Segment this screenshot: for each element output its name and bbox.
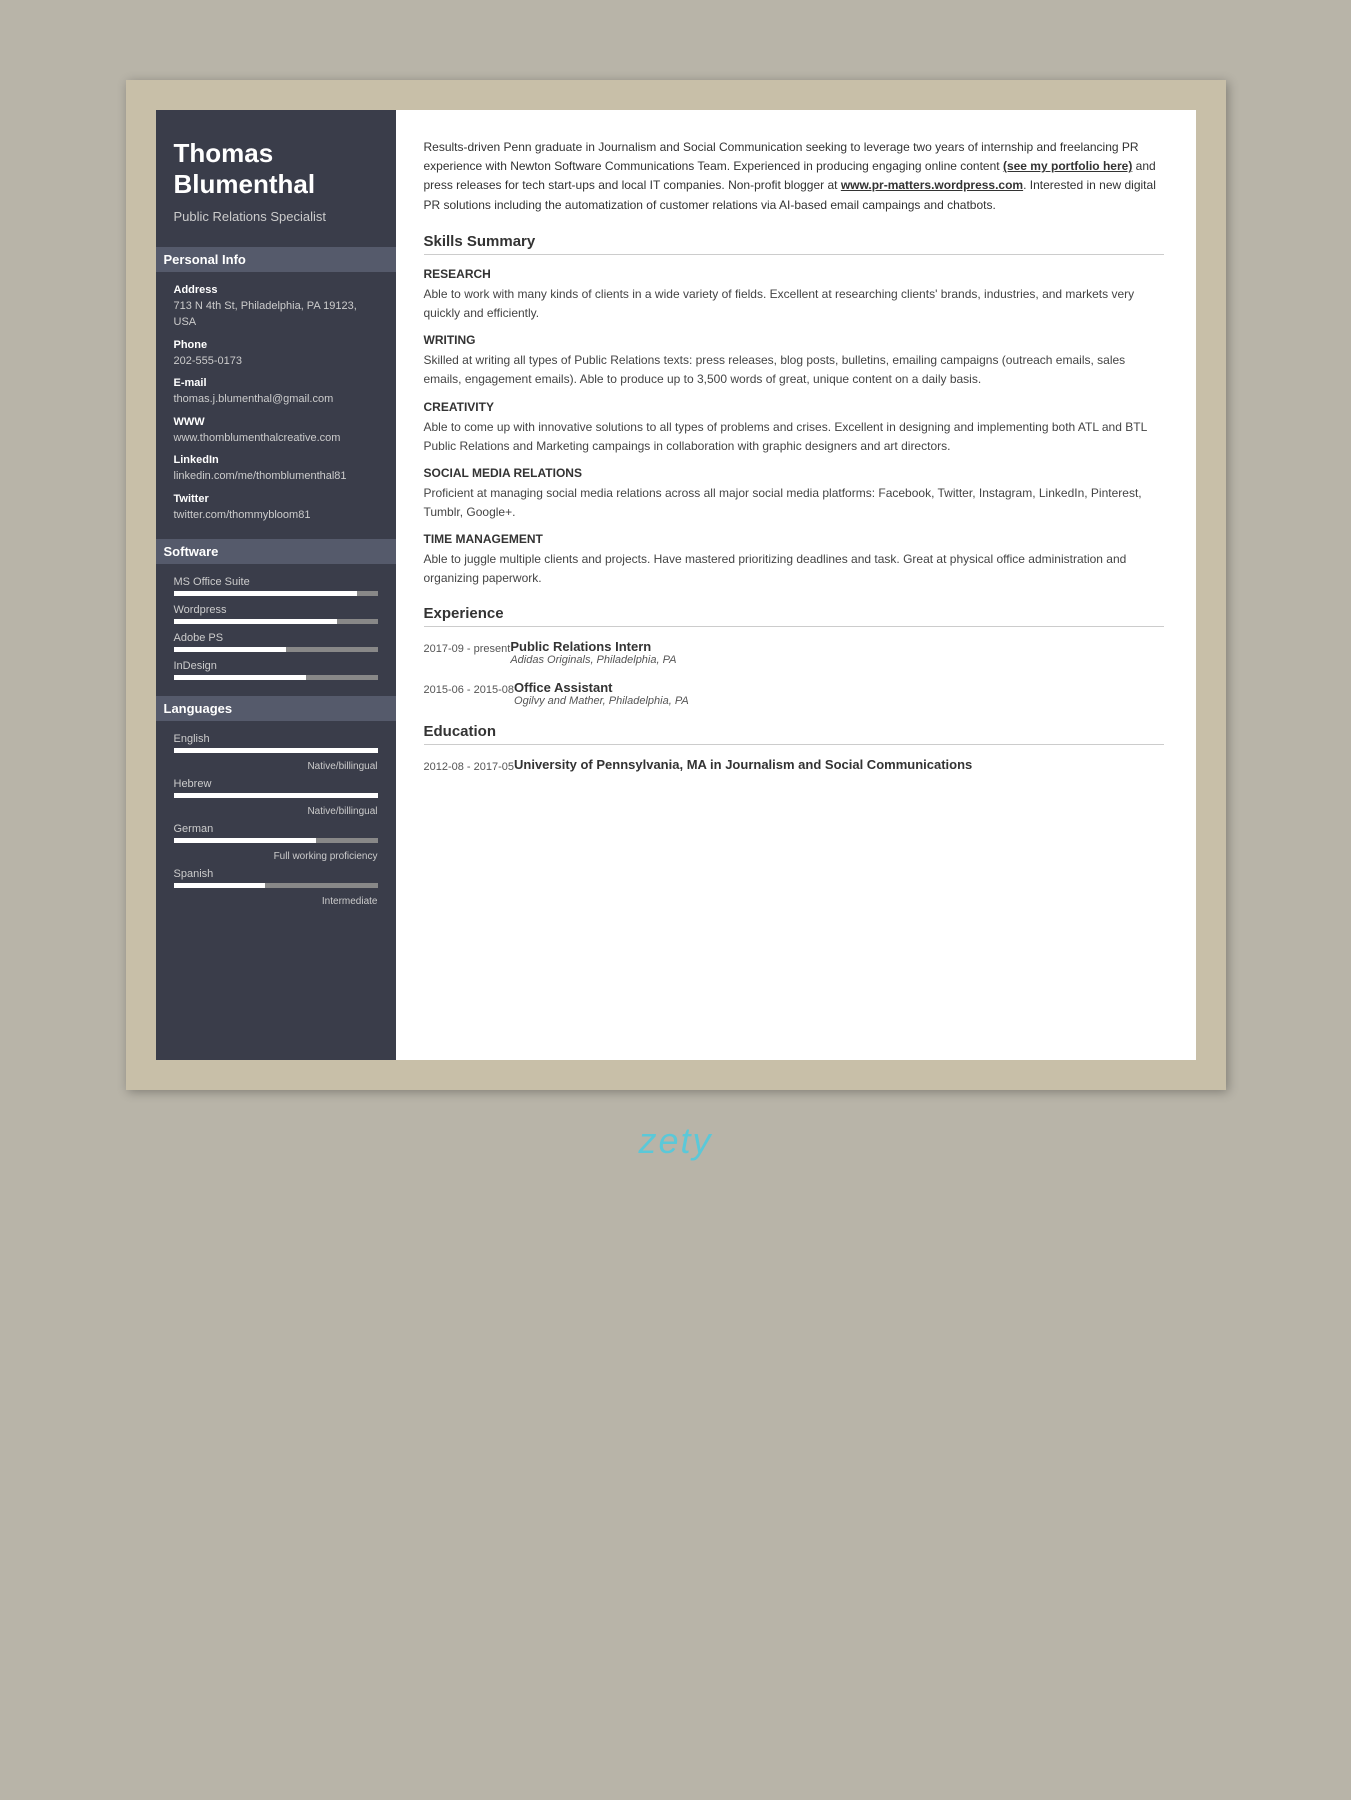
software-section: Software (156, 539, 396, 564)
skill-description: Proficient at managing social media rela… (424, 484, 1164, 522)
skill-bar-fill (174, 647, 286, 652)
exp-date: 2017-09 - present (424, 639, 511, 666)
software-skill-item: MS Office Suite (174, 576, 378, 596)
language-skills: English Native/billingual Hebrew Native/… (174, 733, 378, 907)
skill-bar (174, 647, 378, 652)
skill-description: Able to juggle multiple clients and proj… (424, 550, 1164, 588)
skill-name: MS Office Suite (174, 576, 378, 588)
skill-heading: SOCIAL MEDIA RELATIONS (424, 466, 1164, 480)
www-value: www.thomblumenthalcreative.com (174, 430, 378, 447)
skill-item: TIME MANAGEMENT Able to juggle multiple … (424, 532, 1164, 588)
language-bar-fill (174, 793, 378, 798)
exp-company: Ogilvy and Mather, Philadelphia, PA (514, 695, 1163, 707)
website-link[interactable]: www.pr-matters.wordpress.com (841, 178, 1023, 192)
language-skill-item: German Full working proficiency (174, 823, 378, 862)
brand-footer: zety (638, 1120, 712, 1162)
email-label: E-mail (174, 377, 378, 389)
exp-date: 2015-06 - 2015-08 (424, 680, 515, 707)
education-item: 2012-08 - 2017-05 University of Pennsylv… (424, 757, 1164, 776)
personal-info-section: Personal Info (156, 247, 396, 272)
language-bar (174, 748, 378, 753)
summary-text: Results-driven Penn graduate in Journali… (424, 138, 1164, 215)
language-bar (174, 838, 378, 843)
exp-detail: Office Assistant Ogilvy and Mather, Phil… (514, 680, 1163, 707)
software-skill-item: InDesign (174, 660, 378, 680)
language-bar (174, 883, 378, 888)
skill-item: WRITING Skilled at writing all types of … (424, 333, 1164, 389)
skill-name: Adobe PS (174, 632, 378, 644)
language-bar-fill (174, 883, 266, 888)
skill-item: CREATIVITY Able to come up with innovati… (424, 400, 1164, 456)
skill-bar (174, 675, 378, 680)
exp-company: Adidas Originals, Philadelphia, PA (510, 654, 1163, 666)
experience-item: 2015-06 - 2015-08 Office Assistant Ogilv… (424, 680, 1164, 707)
language-skill-item: English Native/billingual (174, 733, 378, 772)
portfolio-link[interactable]: (see my portfolio here) (1003, 159, 1132, 173)
skill-description: Able to come up with innovative solution… (424, 418, 1164, 456)
skill-heading: RESEARCH (424, 267, 1164, 281)
language-level: Intermediate (174, 896, 378, 907)
exp-detail: Public Relations Intern Adidas Originals… (510, 639, 1163, 666)
software-skill-item: Wordpress (174, 604, 378, 624)
linkedin-label: LinkedIn (174, 454, 378, 466)
skill-heading: TIME MANAGEMENT (424, 532, 1164, 546)
phone-label: Phone (174, 339, 378, 351)
twitter-label: Twitter (174, 493, 378, 505)
language-bar-fill (174, 748, 378, 753)
language-skill-item: Spanish Intermediate (174, 868, 378, 907)
resume-container: Thomas Blumenthal Public Relations Speci… (156, 110, 1196, 1060)
address-label: Address (174, 284, 378, 296)
phone-value: 202-555-0173 (174, 353, 378, 370)
skill-bar-fill (174, 675, 307, 680)
language-name: English (174, 733, 378, 745)
experience-section-title: Experience (424, 605, 1164, 627)
experience-item: 2017-09 - present Public Relations Inter… (424, 639, 1164, 666)
candidate-name: Thomas Blumenthal (174, 138, 378, 200)
education-list: 2012-08 - 2017-05 University of Pennsylv… (424, 757, 1164, 776)
edu-detail: University of Pennsylvania, MA in Journa… (514, 757, 1163, 776)
skill-name: Wordpress (174, 604, 378, 616)
skill-description: Able to work with many kinds of clients … (424, 285, 1164, 323)
linkedin-value: linkedin.com/me/thomblumenthal81 (174, 468, 378, 485)
page-background: Thomas Blumenthal Public Relations Speci… (126, 80, 1226, 1090)
exp-title: Public Relations Intern (510, 639, 1163, 654)
skill-bar-fill (174, 619, 337, 624)
skill-bar (174, 619, 378, 624)
edu-date: 2012-08 - 2017-05 (424, 757, 515, 776)
skill-item: RESEARCH Able to work with many kinds of… (424, 267, 1164, 323)
software-skills: MS Office Suite Wordpress Adobe PS InDes… (174, 576, 378, 680)
address-value: 713 N 4th St, Philadelphia, PA 19123, US… (174, 298, 378, 331)
education-section-title: Education (424, 723, 1164, 745)
skill-heading: WRITING (424, 333, 1164, 347)
language-name: Spanish (174, 868, 378, 880)
language-name: German (174, 823, 378, 835)
sidebar: Thomas Blumenthal Public Relations Speci… (156, 110, 396, 1060)
skill-bar (174, 591, 378, 596)
email-value: thomas.j.blumenthal@gmail.com (174, 391, 378, 408)
experience-list: 2017-09 - present Public Relations Inter… (424, 639, 1164, 707)
skill-bar-fill (174, 591, 358, 596)
skill-name: InDesign (174, 660, 378, 672)
skill-description: Skilled at writing all types of Public R… (424, 351, 1164, 389)
language-skill-item: Hebrew Native/billingual (174, 778, 378, 817)
language-name: Hebrew (174, 778, 378, 790)
main-content: Results-driven Penn graduate in Journali… (396, 110, 1196, 1060)
language-bar (174, 793, 378, 798)
language-bar-fill (174, 838, 317, 843)
skill-heading: CREATIVITY (424, 400, 1164, 414)
candidate-title: Public Relations Specialist (174, 208, 378, 226)
language-level: Native/billingual (174, 761, 378, 772)
software-skill-item: Adobe PS (174, 632, 378, 652)
language-level: Full working proficiency (174, 851, 378, 862)
languages-section: Languages (156, 696, 396, 721)
skill-item: SOCIAL MEDIA RELATIONS Proficient at man… (424, 466, 1164, 522)
exp-title: Office Assistant (514, 680, 1163, 695)
edu-title: University of Pennsylvania, MA in Journa… (514, 757, 1163, 772)
skills-section-title: Skills Summary (424, 233, 1164, 255)
www-label: WWW (174, 416, 378, 428)
language-level: Native/billingual (174, 806, 378, 817)
twitter-value: twitter.com/thommybloom81 (174, 507, 378, 524)
skills-list: RESEARCH Able to work with many kinds of… (424, 267, 1164, 589)
